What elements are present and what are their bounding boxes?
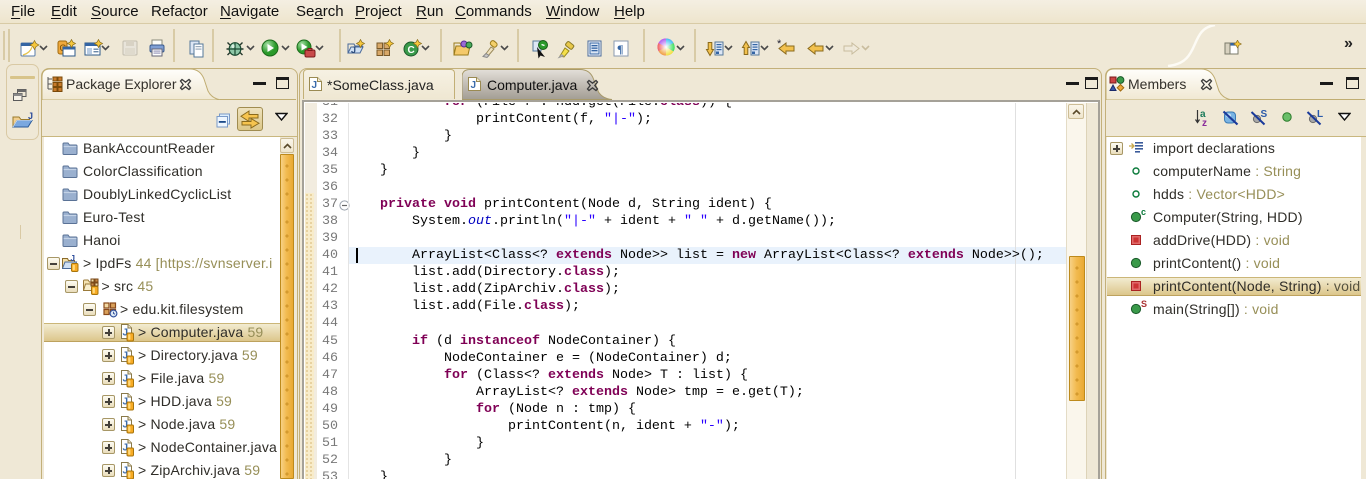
svg-text:J: J: [351, 45, 356, 55]
svg-text:C: C: [408, 45, 415, 56]
svg-text:L: L: [1317, 109, 1323, 120]
svg-text:J: J: [71, 255, 75, 263]
svg-text:z: z: [1202, 118, 1207, 127]
svg-text:¶: ¶: [617, 42, 623, 56]
svg-text:S: S: [1261, 109, 1268, 120]
svg-text:J: J: [28, 112, 33, 121]
